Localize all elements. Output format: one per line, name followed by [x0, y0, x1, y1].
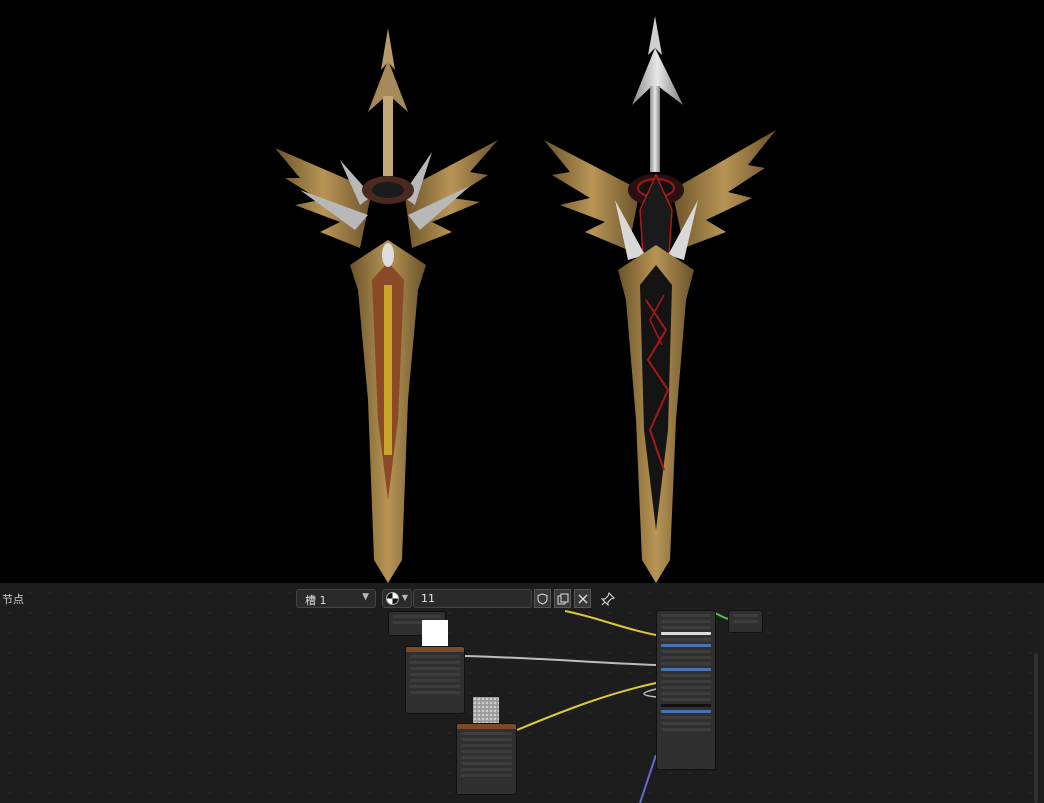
image-texture-node[interactable]	[456, 723, 517, 795]
image-texture-node[interactable]	[405, 646, 465, 714]
texture-thumbnail	[473, 697, 499, 723]
principled-bsdf-node[interactable]	[656, 610, 716, 770]
3d-viewport[interactable]	[0, 0, 1044, 583]
texture-thumbnail	[422, 620, 448, 646]
material-output-node[interactable]	[728, 610, 763, 633]
sword-render	[275, 16, 776, 583]
node-editor-panel[interactable]: 节点 槽 1 ▼ ▼ 11	[0, 583, 1044, 803]
node-links	[464, 610, 729, 803]
left-sword	[275, 28, 498, 583]
right-sword	[544, 16, 776, 583]
vertical-scrollbar[interactable]	[1034, 653, 1038, 803]
